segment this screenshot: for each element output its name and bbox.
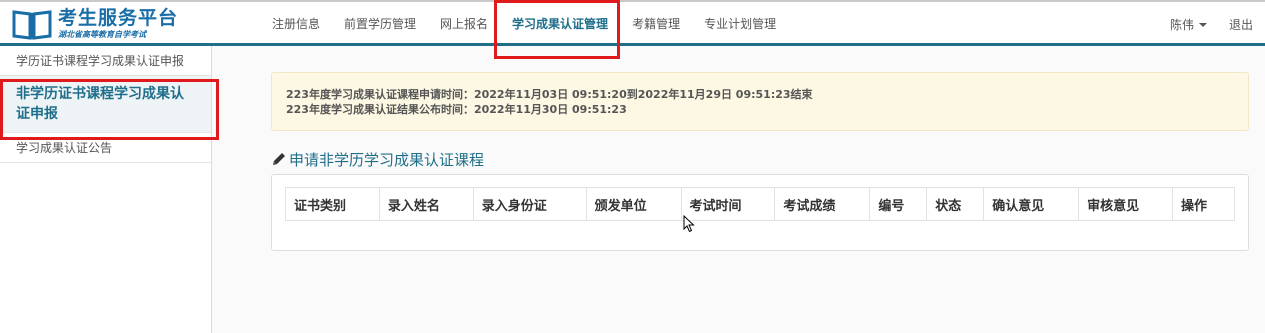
nav-registration-info[interactable]: 注册信息	[260, 2, 332, 46]
section-title-text: 申请非学历学习成果认证课程	[289, 150, 485, 169]
chevron-down-icon	[1198, 23, 1207, 27]
main-nav: 注册信息 前置学历管理 网上报名 学习成果认证管理 考籍管理 专业计划管理	[260, 2, 788, 46]
top-navbar: 考生服务平台 湖北省高等教育自学考试 注册信息 前置学历管理 网上报名 学习成果…	[0, 0, 1265, 46]
col-exam-time: 考试时间	[680, 187, 775, 221]
sidebar-item-announcement[interactable]: 学习成果认证公告	[0, 133, 211, 163]
col-actions: 操作	[1171, 187, 1236, 221]
col-review: 审核意见	[1078, 187, 1173, 221]
section-title: 申请非学历学习成果认证课程	[271, 148, 484, 170]
nav-prior-education[interactable]: 前置学历管理	[332, 2, 428, 46]
col-entered-name: 录入姓名	[378, 187, 474, 221]
user-menu[interactable]: 陈伟	[1170, 16, 1207, 33]
col-status: 状态	[926, 187, 984, 221]
col-exam-score: 考试成绩	[774, 187, 870, 221]
pencil-icon	[273, 153, 285, 165]
col-cert-type: 证书类别	[285, 187, 380, 221]
logo[interactable]: 考生服务平台 湖北省高等教育自学考试	[12, 6, 178, 42]
nav-learning-outcome-certification[interactable]: 学习成果认证管理	[500, 2, 620, 46]
notice-box: 223年度学习成果认证课程申请时间：2022年11月03日 09:51:20到2…	[271, 72, 1249, 131]
user-name: 陈伟	[1169, 17, 1194, 32]
col-issuer: 颁发单位	[585, 187, 682, 221]
logo-subtitle: 湖北省高等教育自学考试	[58, 30, 146, 39]
notice-application-period: 223年度学习成果认证课程申请时间：2022年11月03日 09:51:20到2…	[286, 88, 813, 101]
col-entered-id: 录入身份证	[472, 187, 587, 221]
course-table: 证书类别 录入姓名 录入身份证 颁发单位 考试时间 考试成绩 编号 状态 确认意…	[285, 187, 1236, 221]
course-table-panel: 证书类别 录入姓名 录入身份证 颁发单位 考试时间 考试成绩 编号 状态 确认意…	[271, 174, 1249, 251]
open-book-icon	[12, 10, 52, 40]
user-area: 陈伟 退出	[1170, 2, 1253, 46]
col-confirmation: 确认意见	[983, 187, 1079, 221]
sidebar-item-non-academic-cert[interactable]: 非学历证书课程学习成果认证申报	[0, 76, 211, 133]
sidebar: 学历证书课程学习成果认证申报 非学历证书课程学习成果认证申报 学习成果认证公告	[0, 46, 212, 333]
mouse-cursor-icon	[683, 215, 695, 233]
table-header-row: 证书类别 录入姓名 录入身份证 颁发单位 考试时间 考试成绩 编号 状态 确认意…	[285, 187, 1236, 221]
nav-online-registration[interactable]: 网上报名	[428, 2, 500, 46]
col-number: 编号	[869, 187, 927, 221]
logo-title: 考生服务平台	[58, 7, 179, 29]
sidebar-item-academic-cert[interactable]: 学历证书课程学习成果认证申报	[0, 46, 211, 76]
logout-link[interactable]: 退出	[1229, 16, 1253, 33]
nav-major-plan[interactable]: 专业计划管理	[692, 2, 788, 46]
notice-result-date: 223年度学习成果认证结果公布时间：2022年11月30日 09:51:23	[286, 103, 627, 116]
nav-student-record[interactable]: 考籍管理	[620, 2, 692, 46]
